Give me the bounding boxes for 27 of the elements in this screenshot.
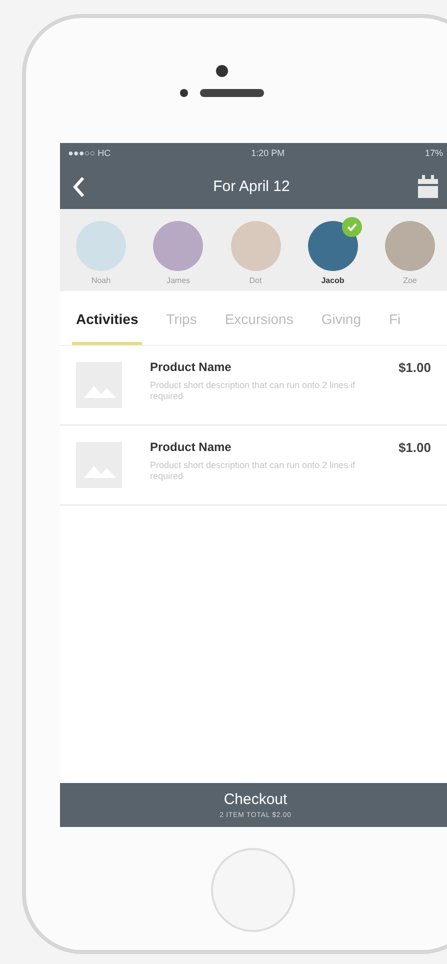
checkout-label: Checkout — [224, 790, 288, 810]
sensor-icon — [180, 88, 188, 96]
product-name: Product Name — [150, 359, 232, 376]
person-name: Jacob — [321, 275, 344, 287]
tab[interactable]: Excursions — [220, 309, 298, 345]
time-text: 1:20 PM — [251, 147, 285, 160]
product-description: Product short description that can run onto 2 lines if required — [150, 460, 356, 482]
person-name: Noah — [91, 275, 111, 287]
back-icon[interactable] — [72, 176, 86, 198]
tab[interactable]: Activities — [72, 309, 142, 345]
person-name: Zoe — [403, 275, 417, 287]
product-price: $1.00 — [398, 359, 431, 377]
camera-icon — [216, 64, 228, 76]
tab[interactable]: Trips — [162, 309, 201, 345]
avatar[interactable] — [385, 221, 435, 271]
person-name: James — [166, 275, 190, 287]
speaker-grille — [200, 88, 264, 96]
calendar-icon[interactable] — [416, 175, 439, 199]
person-name: Dot — [249, 275, 262, 287]
battery-text: 17% — [424, 147, 443, 160]
product-name: Product Name — [150, 439, 232, 456]
tab[interactable]: Fi — [385, 309, 405, 345]
tab[interactable]: Giving — [317, 309, 365, 345]
product-description: Product short description that can run onto 2 lines if required — [150, 380, 356, 402]
product-price: $1.00 — [398, 439, 431, 457]
carrier-text: ●●●○○ HC — [68, 147, 111, 160]
nav-title: For April 12 — [213, 176, 290, 197]
